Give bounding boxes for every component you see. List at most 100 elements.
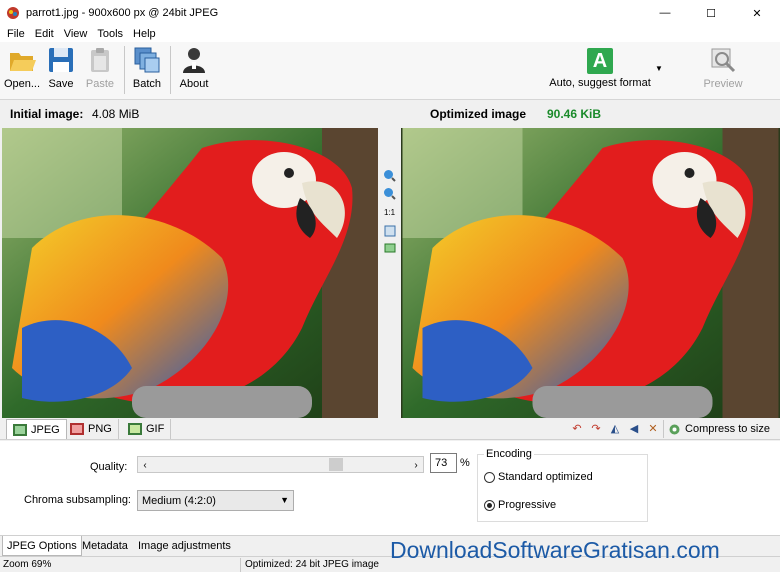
paste-label: Paste bbox=[85, 78, 115, 90]
chevron-down-icon[interactable]: ▼ bbox=[655, 64, 663, 73]
optimized-image-view[interactable] bbox=[401, 128, 780, 418]
title-bar: parrot1.jpg - 900x600 px @ 24bit JPEG — … bbox=[0, 0, 780, 26]
auto-format-badge-icon: A bbox=[587, 48, 613, 74]
clipboard-icon bbox=[91, 48, 109, 72]
fit-window-icon bbox=[384, 225, 395, 236]
swap-view-button[interactable] bbox=[382, 240, 397, 255]
chroma-subsampling-label: Chroma subsampling: bbox=[24, 494, 131, 506]
quality-label: Quality: bbox=[90, 461, 128, 473]
batch-images-icon bbox=[134, 47, 160, 73]
crop-icon[interactable]: ✕ bbox=[646, 421, 660, 435]
chroma-subsampling-select[interactable]: Medium (4:2:0) ▼ bbox=[137, 490, 294, 511]
tab-metadata[interactable]: Metadata bbox=[78, 536, 132, 556]
tab-jpeg-label: JPEG bbox=[31, 423, 60, 436]
png-format-icon bbox=[70, 423, 84, 435]
fit-window-button[interactable] bbox=[382, 223, 397, 238]
format-selector[interactable]: A Auto, suggest format bbox=[545, 45, 655, 97]
toolbar: Open... Save Paste Batch About A Auto, s… bbox=[0, 42, 780, 100]
slider-right-arrow-icon[interactable]: › bbox=[409, 458, 423, 472]
tab-gif-label: GIF bbox=[146, 423, 165, 435]
folder-open-icon bbox=[10, 53, 36, 71]
menu-view[interactable]: View bbox=[59, 28, 93, 40]
format-badge-label: A bbox=[592, 49, 608, 72]
about-button[interactable]: About bbox=[177, 45, 211, 97]
quality-slider[interactable]: ‹ › bbox=[137, 456, 424, 473]
rotate-right-icon[interactable]: ↷ bbox=[589, 421, 603, 435]
encoding-standard-label: Standard optimized bbox=[498, 471, 593, 483]
rotate-left-icon[interactable]: ↶ bbox=[570, 421, 584, 435]
encoding-progressive-label: Progressive bbox=[498, 499, 557, 511]
save-label: Save bbox=[48, 78, 74, 90]
paste-button[interactable]: Paste bbox=[85, 45, 115, 97]
menu-edit[interactable]: Edit bbox=[30, 28, 59, 40]
initial-image-view[interactable] bbox=[2, 128, 378, 418]
menu-file[interactable]: File bbox=[2, 28, 30, 40]
size-info-bar: Initial image: 4.08 MiB Optimized image … bbox=[0, 101, 780, 127]
tab-image-adjustments[interactable]: Image adjustments bbox=[134, 536, 235, 556]
swap-view-icon bbox=[384, 243, 395, 252]
open-label: Open... bbox=[3, 78, 41, 90]
open-button[interactable]: Open... bbox=[3, 45, 41, 97]
gif-format-icon bbox=[128, 423, 142, 435]
quality-input[interactable]: 73 bbox=[430, 453, 457, 473]
tab-gif[interactable]: GIF bbox=[122, 419, 172, 439]
about-label: About bbox=[179, 78, 209, 90]
zoom-toolstrip: 1:1 bbox=[378, 128, 401, 418]
encoding-legend: Encoding bbox=[484, 448, 534, 460]
app-icon bbox=[7, 7, 19, 19]
minimize-button[interactable]: — bbox=[642, 0, 688, 26]
watermark: DownloadSoftwareGratisan.com bbox=[390, 537, 720, 563]
gear-icon bbox=[669, 424, 680, 434]
menu-tools[interactable]: Tools bbox=[92, 28, 128, 40]
slider-thumb[interactable] bbox=[329, 458, 344, 471]
magnifier-icon bbox=[711, 48, 736, 73]
optimized-size-value: 90.46 KiB bbox=[547, 107, 602, 121]
status-separator bbox=[240, 558, 241, 572]
parrot-image bbox=[2, 128, 378, 418]
initial-size-value: 4.08 MiB bbox=[92, 107, 140, 121]
maximize-button[interactable]: ☐ bbox=[688, 0, 734, 26]
flip-horizontal-icon[interactable]: ◭ bbox=[608, 421, 622, 435]
preview-label: Preview bbox=[703, 78, 743, 90]
window-title: parrot1.jpg - 900x600 px @ 24bit JPEG bbox=[26, 7, 219, 19]
close-button[interactable]: ✕ bbox=[734, 0, 780, 26]
batch-label: Batch bbox=[132, 78, 162, 90]
tab-png[interactable]: PNG bbox=[64, 419, 119, 439]
radio-standard[interactable] bbox=[484, 471, 495, 483]
jpeg-options-panel: Quality: ‹ › 73 % Chroma subsampling: Me… bbox=[0, 441, 780, 535]
parrot-image-optimized bbox=[402, 128, 779, 418]
save-button[interactable]: Save bbox=[46, 45, 76, 97]
radio-progressive[interactable] bbox=[484, 499, 495, 511]
tab-png-label: PNG bbox=[88, 423, 112, 435]
optimization-status: Optimized: 24 bit JPEG image bbox=[245, 559, 379, 570]
person-icon bbox=[183, 48, 205, 73]
quality-unit: % bbox=[460, 457, 470, 469]
chevron-down-icon: ▼ bbox=[280, 495, 289, 505]
preview-button[interactable]: Preview bbox=[703, 45, 743, 97]
encoding-progressive-option[interactable]: Progressive bbox=[484, 499, 556, 511]
zoom-out-icon bbox=[384, 188, 396, 200]
actual-size-button[interactable]: 1:1 bbox=[382, 205, 397, 220]
zoom-in-button[interactable] bbox=[382, 168, 397, 183]
encoding-standard-option[interactable]: Standard optimized bbox=[484, 471, 593, 483]
slider-left-arrow-icon[interactable]: ‹ bbox=[138, 458, 152, 472]
flip-vertical-icon[interactable]: ◀ bbox=[627, 421, 641, 435]
toolbar-separator bbox=[170, 46, 171, 94]
tab-jpeg-options[interactable]: JPEG Options bbox=[2, 536, 82, 556]
format-label: Auto, suggest format bbox=[549, 77, 651, 89]
jpeg-format-icon bbox=[13, 423, 27, 436]
floppy-disk-icon bbox=[49, 48, 73, 72]
optimized-size-label: Optimized image bbox=[430, 107, 527, 121]
menu-help[interactable]: Help bbox=[128, 28, 161, 40]
zoom-out-button[interactable] bbox=[382, 186, 397, 201]
image-tools: ↶ ↷ ◭ ◀ ✕ bbox=[570, 421, 660, 435]
zoom-in-icon bbox=[384, 170, 396, 182]
encoding-group: Encoding Standard optimized Progressive bbox=[477, 448, 648, 522]
batch-button[interactable]: Batch bbox=[131, 45, 163, 97]
compress-to-size-button[interactable]: Compress to size bbox=[663, 420, 770, 438]
zoom-status: Zoom 69% bbox=[3, 559, 52, 570]
tab-jpeg[interactable]: JPEG bbox=[6, 419, 67, 439]
chroma-selected-value: Medium (4:2:0) bbox=[142, 495, 216, 507]
menu-bar: File Edit View Tools Help bbox=[0, 26, 780, 42]
format-tab-bar: JPEG PNG GIF ↶ ↷ ◭ ◀ ✕ Compress to size bbox=[0, 418, 780, 440]
